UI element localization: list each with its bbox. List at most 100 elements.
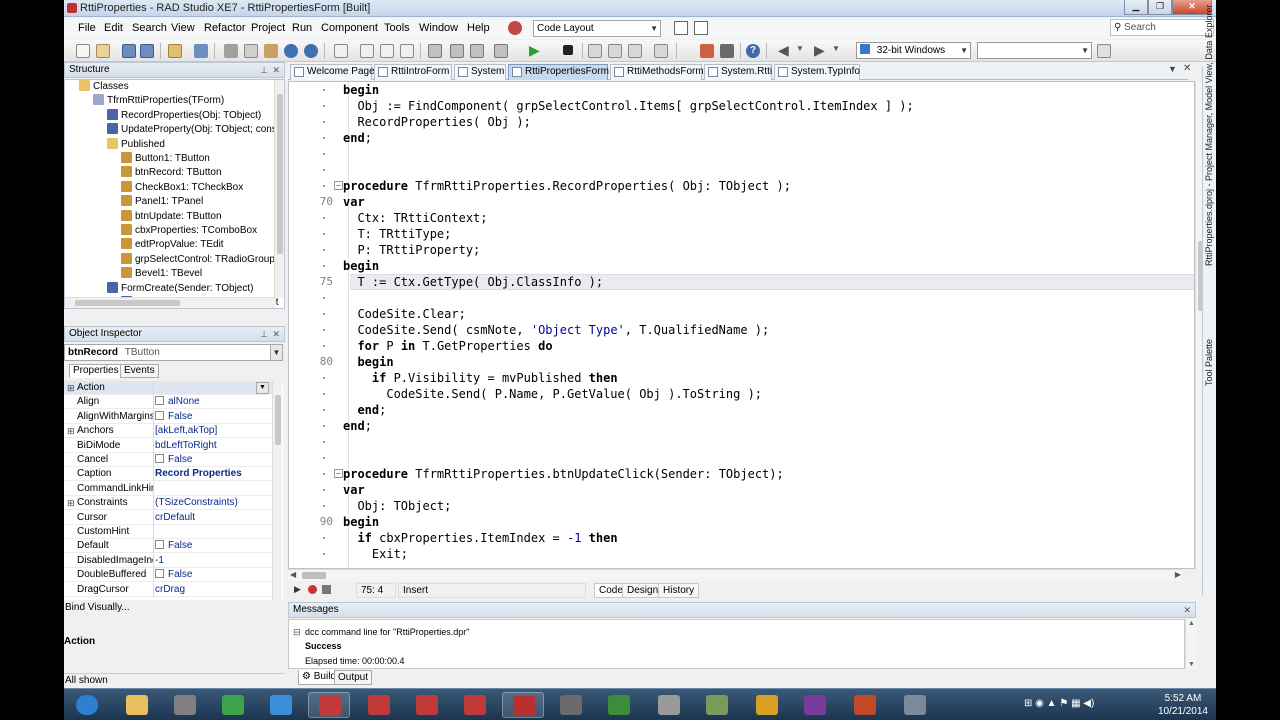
property-value[interactable]: False: [155, 453, 272, 467]
structure-node[interactable]: btnUpdate: TButton: [121, 209, 222, 224]
property-value[interactable]: False: [155, 410, 272, 424]
checkbox[interactable]: [155, 410, 164, 420]
document-icon[interactable]: [648, 692, 690, 718]
property-row[interactable]: Caption Record Properties: [64, 467, 272, 482]
code-line[interactable]: begin: [343, 258, 379, 274]
property-value[interactable]: False: [155, 539, 272, 553]
rad-studio-icon-3[interactable]: [406, 692, 448, 718]
bind-visually-link[interactable]: Bind Visually...: [64, 602, 285, 616]
project-manager-dock-tab[interactable]: RttiProperties.dproj - Project Manager, …: [1204, 5, 1214, 266]
tab-output[interactable]: Output: [334, 670, 373, 685]
code-line[interactable]: P: TRttiProperty;: [343, 242, 480, 258]
property-value[interactable]: crDrag: [155, 583, 272, 597]
save-all-icon[interactable]: [140, 44, 154, 58]
code-line[interactable]: Exit;: [343, 546, 408, 562]
checkbox[interactable]: [155, 396, 164, 406]
rad-studio-icon-1[interactable]: [308, 692, 350, 718]
new-icon[interactable]: [76, 44, 90, 58]
code-line[interactable]: procedure TfrmRttiProperties.RecordPrope…: [343, 178, 791, 194]
checkbox[interactable]: [155, 540, 164, 550]
expand-icon[interactable]: ⊟: [293, 627, 301, 638]
tab-design-view[interactable]: Design: [622, 583, 664, 598]
code-line[interactable]: begin: [343, 82, 379, 98]
minimize-button[interactable]: ▁: [1124, 0, 1148, 15]
property-row[interactable]: CustomHint: [64, 525, 272, 539]
target-platform-icon[interactable]: [494, 44, 508, 58]
code-line[interactable]: if P.Visibility = mvPublished then: [343, 370, 618, 386]
run-to-cursor-icon[interactable]: [628, 44, 642, 58]
scroll-down-icon[interactable]: ▼: [1188, 661, 1195, 668]
platform-combo[interactable]: 32-bit Windows ▼: [856, 42, 971, 59]
inspector-object-selector[interactable]: btnRecord TButton ▼: [64, 344, 283, 361]
tab-rttiintroform[interactable]: RttiIntroForm: [374, 64, 452, 80]
code-line[interactable]: begin: [343, 514, 379, 530]
pause-icon[interactable]: [654, 44, 668, 58]
menu-tools[interactable]: Tools: [384, 22, 410, 34]
property-value[interactable]: (TSizeConstraints): [155, 496, 272, 510]
structure-node[interactable]: Panel1: TPanel: [121, 195, 203, 209]
menu-run[interactable]: Run: [292, 22, 312, 34]
checkbox[interactable]: [155, 569, 164, 579]
stop-macro-icon[interactable]: [322, 585, 331, 594]
rad-studio-icon-4[interactable]: [454, 692, 496, 718]
property-row[interactable]: Cursor crDefault: [64, 510, 272, 525]
config-combo[interactable]: ▼: [977, 42, 1092, 59]
code-line[interactable]: end;: [343, 418, 372, 434]
property-row[interactable]: Align alNone: [64, 395, 272, 410]
tab-properties[interactable]: Properties: [69, 364, 123, 378]
structure-node[interactable]: CheckBox1: TCheckBox: [121, 180, 243, 195]
structure-node[interactable]: Classes: [79, 80, 129, 94]
clock[interactable]: 5:52 AM 10/21/2014: [1158, 692, 1208, 718]
code-line[interactable]: CodeSite.Send( csmNote, 'Object Type', T…: [343, 322, 769, 338]
property-row[interactable]: ⊞ Action ▼: [64, 381, 272, 395]
close-icon[interactable]: ✕: [272, 63, 280, 77]
structure-node[interactable]: FormCreate(Sender: TObject): [107, 281, 253, 296]
menu-window[interactable]: Window: [419, 22, 458, 34]
scroll-left-icon[interactable]: ◀: [290, 570, 296, 579]
back-dropdown-icon[interactable]: ▼: [796, 44, 804, 53]
view-unit-icon[interactable]: [334, 44, 348, 58]
scroll-thumb[interactable]: [302, 572, 326, 579]
internet-explorer-icon[interactable]: [260, 692, 302, 718]
checkbox[interactable]: [155, 454, 164, 463]
property-value[interactable]: crDefault: [155, 511, 272, 525]
file-explorer-icon[interactable]: [116, 692, 158, 718]
add-file-icon[interactable]: [428, 44, 442, 58]
code-line[interactable]: var: [343, 482, 365, 498]
help-icon[interactable]: ?: [746, 44, 760, 58]
expand-icon[interactable]: ⊞: [67, 381, 75, 395]
tools-icon[interactable]: [550, 692, 592, 718]
codesite-icon[interactable]: [696, 692, 738, 718]
property-row[interactable]: Default False: [64, 539, 272, 554]
inspector-vscroll[interactable]: [272, 381, 282, 600]
expand-icon[interactable]: ⊞: [67, 496, 75, 510]
forward-arrow-icon[interactable]: ▶: [814, 42, 825, 59]
fold-toggle-icon[interactable]: −: [334, 469, 343, 478]
chrome-icon[interactable]: [212, 692, 254, 718]
code-line[interactable]: Obj := FindComponent( grpSelectControl.I…: [343, 98, 913, 114]
tab-system-typinfo[interactable]: System.TypInfo: [774, 64, 860, 80]
menu-file[interactable]: File: [78, 22, 96, 34]
undo-icon[interactable]: [284, 44, 298, 58]
menu-refactor[interactable]: Refactor: [204, 22, 246, 34]
tray-icons[interactable]: ⊞ ◉ ▲ ⚑ ▦ ◀): [1024, 698, 1094, 709]
fold-toggle-icon[interactable]: −: [334, 181, 343, 190]
rad-studio-icon-2[interactable]: [358, 692, 400, 718]
structure-node[interactable]: edtPropValue: TEdit: [121, 238, 224, 252]
back-arrow-icon[interactable]: ◀: [778, 42, 789, 59]
property-value[interactable]: bdLeftToRight: [155, 439, 272, 453]
new-form-icon[interactable]: [400, 44, 414, 58]
tab-events[interactable]: Events: [120, 364, 159, 378]
expand-icon[interactable]: ⊞: [67, 424, 75, 438]
code-line[interactable]: Obj: TObject;: [343, 498, 451, 514]
run-icon[interactable]: ▶: [529, 42, 540, 59]
menu-edit[interactable]: Edit: [104, 22, 123, 34]
cut-icon[interactable]: [224, 44, 238, 58]
trace-into-icon[interactable]: [608, 44, 622, 58]
property-value[interactable]: Record Properties: [155, 467, 272, 481]
stop-icon[interactable]: [563, 45, 573, 55]
lock-layout-icon[interactable]: [694, 21, 708, 35]
structure-node[interactable]: grpSelectControl: TRadioGroup: [121, 252, 275, 267]
scroll-up-icon[interactable]: ▲: [1188, 620, 1195, 627]
deploy-icon[interactable]: [1097, 44, 1111, 58]
